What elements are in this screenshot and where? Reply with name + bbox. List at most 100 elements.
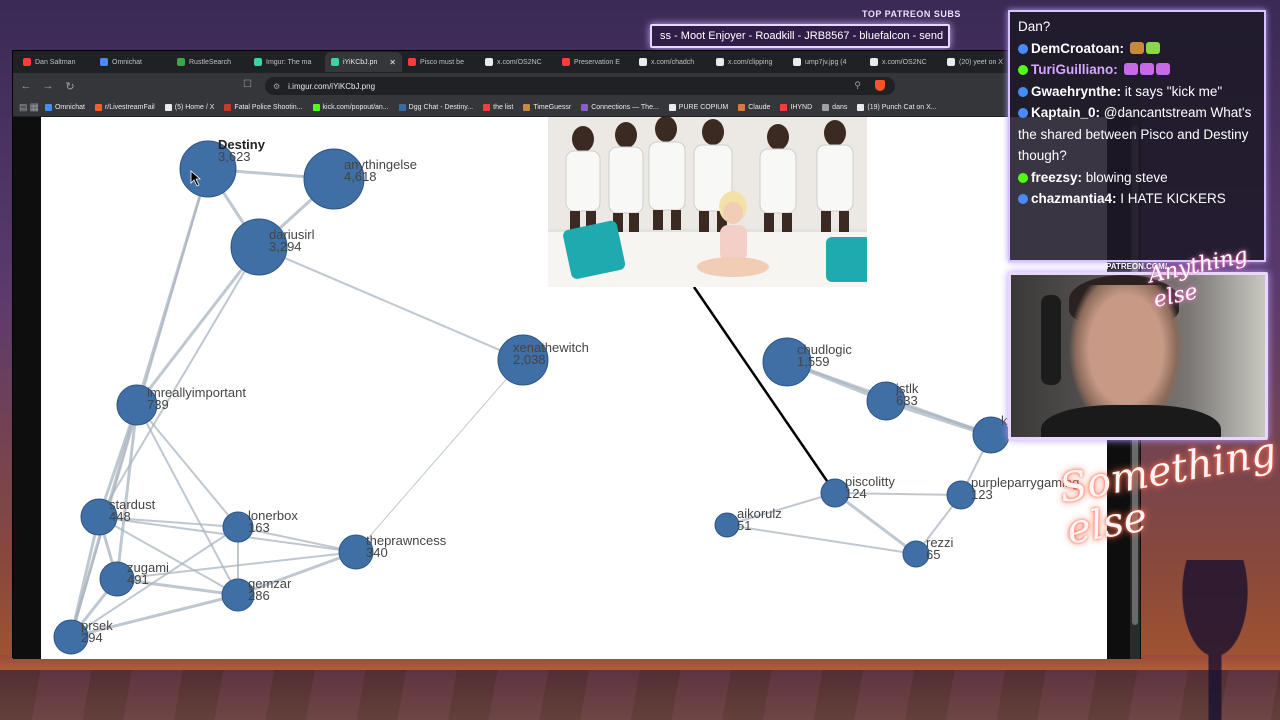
bookmark-label: the list xyxy=(493,104,514,111)
bookmark-favicon-icon xyxy=(780,104,788,111)
tab-label: x.com/clipping xyxy=(728,58,773,66)
graph-node-count: 3,623 xyxy=(218,149,251,164)
bookmark-label: PURE COPIUM xyxy=(678,104,729,111)
tab-label: RustleSearch xyxy=(189,58,232,66)
browser-tab[interactable]: x.com/OS2NC xyxy=(864,52,941,72)
meme-image-illustration xyxy=(548,117,867,287)
platform-badge-icon xyxy=(1018,65,1028,75)
bookmark-label: Dgg Chat - Destiny... xyxy=(408,104,474,111)
platform-badge-icon xyxy=(1018,108,1028,118)
graph-node: chudlogic1,559 xyxy=(762,337,852,387)
tab-favicon-icon xyxy=(331,58,339,66)
bookmark-item[interactable]: (19) Punch Cat on X... xyxy=(853,100,940,116)
graph-edge xyxy=(258,246,524,361)
chat-username[interactable]: freezsy: xyxy=(1031,170,1086,185)
graph-node-count: 2,038 xyxy=(513,352,546,367)
bookmark-label: TimeGuessr xyxy=(533,104,572,111)
bookmark-favicon-icon xyxy=(312,104,320,111)
webcam-person-shirt xyxy=(1041,405,1221,437)
graph-edge xyxy=(726,524,917,555)
chat-username[interactable]: chazmantia4: xyxy=(1031,191,1120,206)
tab-favicon-icon xyxy=(793,58,801,66)
chat-emote-icon xyxy=(1123,63,1138,75)
tab-label: ump7jv.jpg (4 xyxy=(805,58,847,66)
chat-username[interactable]: DemCroatoan: xyxy=(1031,41,1128,56)
bookmark-favicon-icon xyxy=(483,104,491,111)
tab-favicon-icon xyxy=(177,58,185,66)
close-tab-icon[interactable]: ✕ xyxy=(389,58,396,67)
reload-icon[interactable]: ↻ xyxy=(63,80,77,93)
graph-node-count: 124 xyxy=(845,486,867,501)
address-bar[interactable]: ⚙ i.imgur.com/iYiKCbJ.png ⚲ xyxy=(265,77,895,95)
browser-tab[interactable]: Dan Saltman xyxy=(17,52,94,72)
tab-label: x.com/OS2NC xyxy=(882,58,927,66)
bookmark-item[interactable]: the list xyxy=(479,100,517,116)
bookmark-favicon-icon xyxy=(668,104,676,111)
chat-message: Dan? xyxy=(1018,16,1256,38)
bookmark-label: (19) Punch Cat on X... xyxy=(867,104,937,111)
chat-username[interactable]: Gwaehrynthe: xyxy=(1031,84,1125,99)
bookmark-favicon-icon xyxy=(164,104,172,111)
bookmark-favicon-icon xyxy=(224,104,232,111)
browser-tab[interactable]: x.com/chadch xyxy=(633,52,710,72)
back-icon[interactable]: ← xyxy=(19,80,33,92)
browser-tab[interactable]: ump7jv.jpg (4 xyxy=(787,52,864,72)
browser-tab[interactable]: (20) yeet on X xyxy=(941,52,1018,72)
chat-username[interactable]: Kaptain_0: xyxy=(1031,105,1104,120)
brave-shield-icon[interactable] xyxy=(875,80,885,91)
platform-badge-icon xyxy=(1018,86,1028,97)
forward-icon[interactable]: → xyxy=(41,80,55,92)
graph-node-count: 1,559 xyxy=(797,354,830,369)
tab-favicon-icon xyxy=(408,58,416,66)
browser-tab[interactable]: Preservation E xyxy=(556,52,633,72)
bookmark-item[interactable]: PURE COPIUM xyxy=(665,100,732,116)
annotation-line xyxy=(692,286,829,482)
bookmark-item[interactable]: Connections — The... xyxy=(577,100,663,116)
bookmark-label: IHYND xyxy=(790,104,813,111)
chat-text: Dan? xyxy=(1018,19,1051,34)
patreon-ticker: ss - Moot Enjoyer - Roadkill - JRB8567 -… xyxy=(650,24,950,48)
bookmark-item[interactable]: Fatal Police Shootin... xyxy=(220,100,306,116)
browser-tab[interactable]: Pisco must be xyxy=(402,52,479,72)
url-text[interactable]: i.imgur.com/iYiKCbJ.png xyxy=(288,82,375,91)
bookmark-item[interactable]: (5) Home / X xyxy=(161,100,219,116)
tab-favicon-icon xyxy=(639,58,647,66)
graph-edge xyxy=(98,246,260,518)
graph-node-count: 340 xyxy=(366,545,388,560)
tab-favicon-icon xyxy=(23,58,31,66)
bookmark-icon[interactable]: ☐ xyxy=(243,79,252,90)
bookmark-item[interactable]: dans xyxy=(818,100,851,116)
graph-node-count: 3,294 xyxy=(269,239,302,254)
headphones-icon xyxy=(1041,295,1061,385)
sidebar-icon[interactable]: ▤ xyxy=(19,102,28,113)
graph-node-count: 4,618 xyxy=(344,169,377,184)
platform-badge-icon xyxy=(1018,194,1028,204)
bookmark-item[interactable]: Omnichat xyxy=(41,100,89,116)
browser-tab[interactable]: x.com/OS2NC xyxy=(479,52,556,72)
bookmark-item[interactable]: kick.com/popout/an... xyxy=(309,100,393,116)
apps-grid-icon[interactable]: ▦ xyxy=(30,102,39,113)
chat-username[interactable]: TuriGuilliano: xyxy=(1031,62,1122,77)
tab-label: Pisco must be xyxy=(420,58,464,66)
browser-tab[interactable]: Omnichat xyxy=(94,52,171,72)
bookmark-item[interactable]: Dgg Chat - Destiny... xyxy=(395,100,477,116)
bookmark-item[interactable]: Claude xyxy=(734,100,774,116)
chat-emote-icon xyxy=(1139,63,1154,75)
graph-node-count: 491 xyxy=(127,572,149,587)
browser-tab[interactable]: Imgur: The ma xyxy=(248,52,325,72)
browser-tab[interactable]: iYiKCbJ.pn ✕ xyxy=(325,52,402,72)
browser-tab[interactable]: x.com/clipping xyxy=(710,52,787,72)
bookmark-item[interactable]: TimeGuessr xyxy=(519,100,575,116)
site-info-icon[interactable]: ⚙ xyxy=(273,82,280,91)
bookmark-label: dans xyxy=(832,104,848,111)
graph-node-count: 163 xyxy=(248,520,270,535)
tab-label: Dan Saltman xyxy=(35,58,76,66)
graph-node: stardust448 xyxy=(80,497,156,536)
bookmark-item[interactable]: r/LivestreamFail xyxy=(91,100,159,116)
bookmark-item[interactable]: IHYND xyxy=(776,100,816,116)
graph-node-circle xyxy=(714,512,740,538)
browser-tab[interactable]: RustleSearch xyxy=(171,52,248,72)
zoom-icon[interactable]: ⚲ xyxy=(854,80,861,91)
platform-badge-icon xyxy=(1018,43,1028,54)
chat-emote-icon xyxy=(1155,63,1170,75)
